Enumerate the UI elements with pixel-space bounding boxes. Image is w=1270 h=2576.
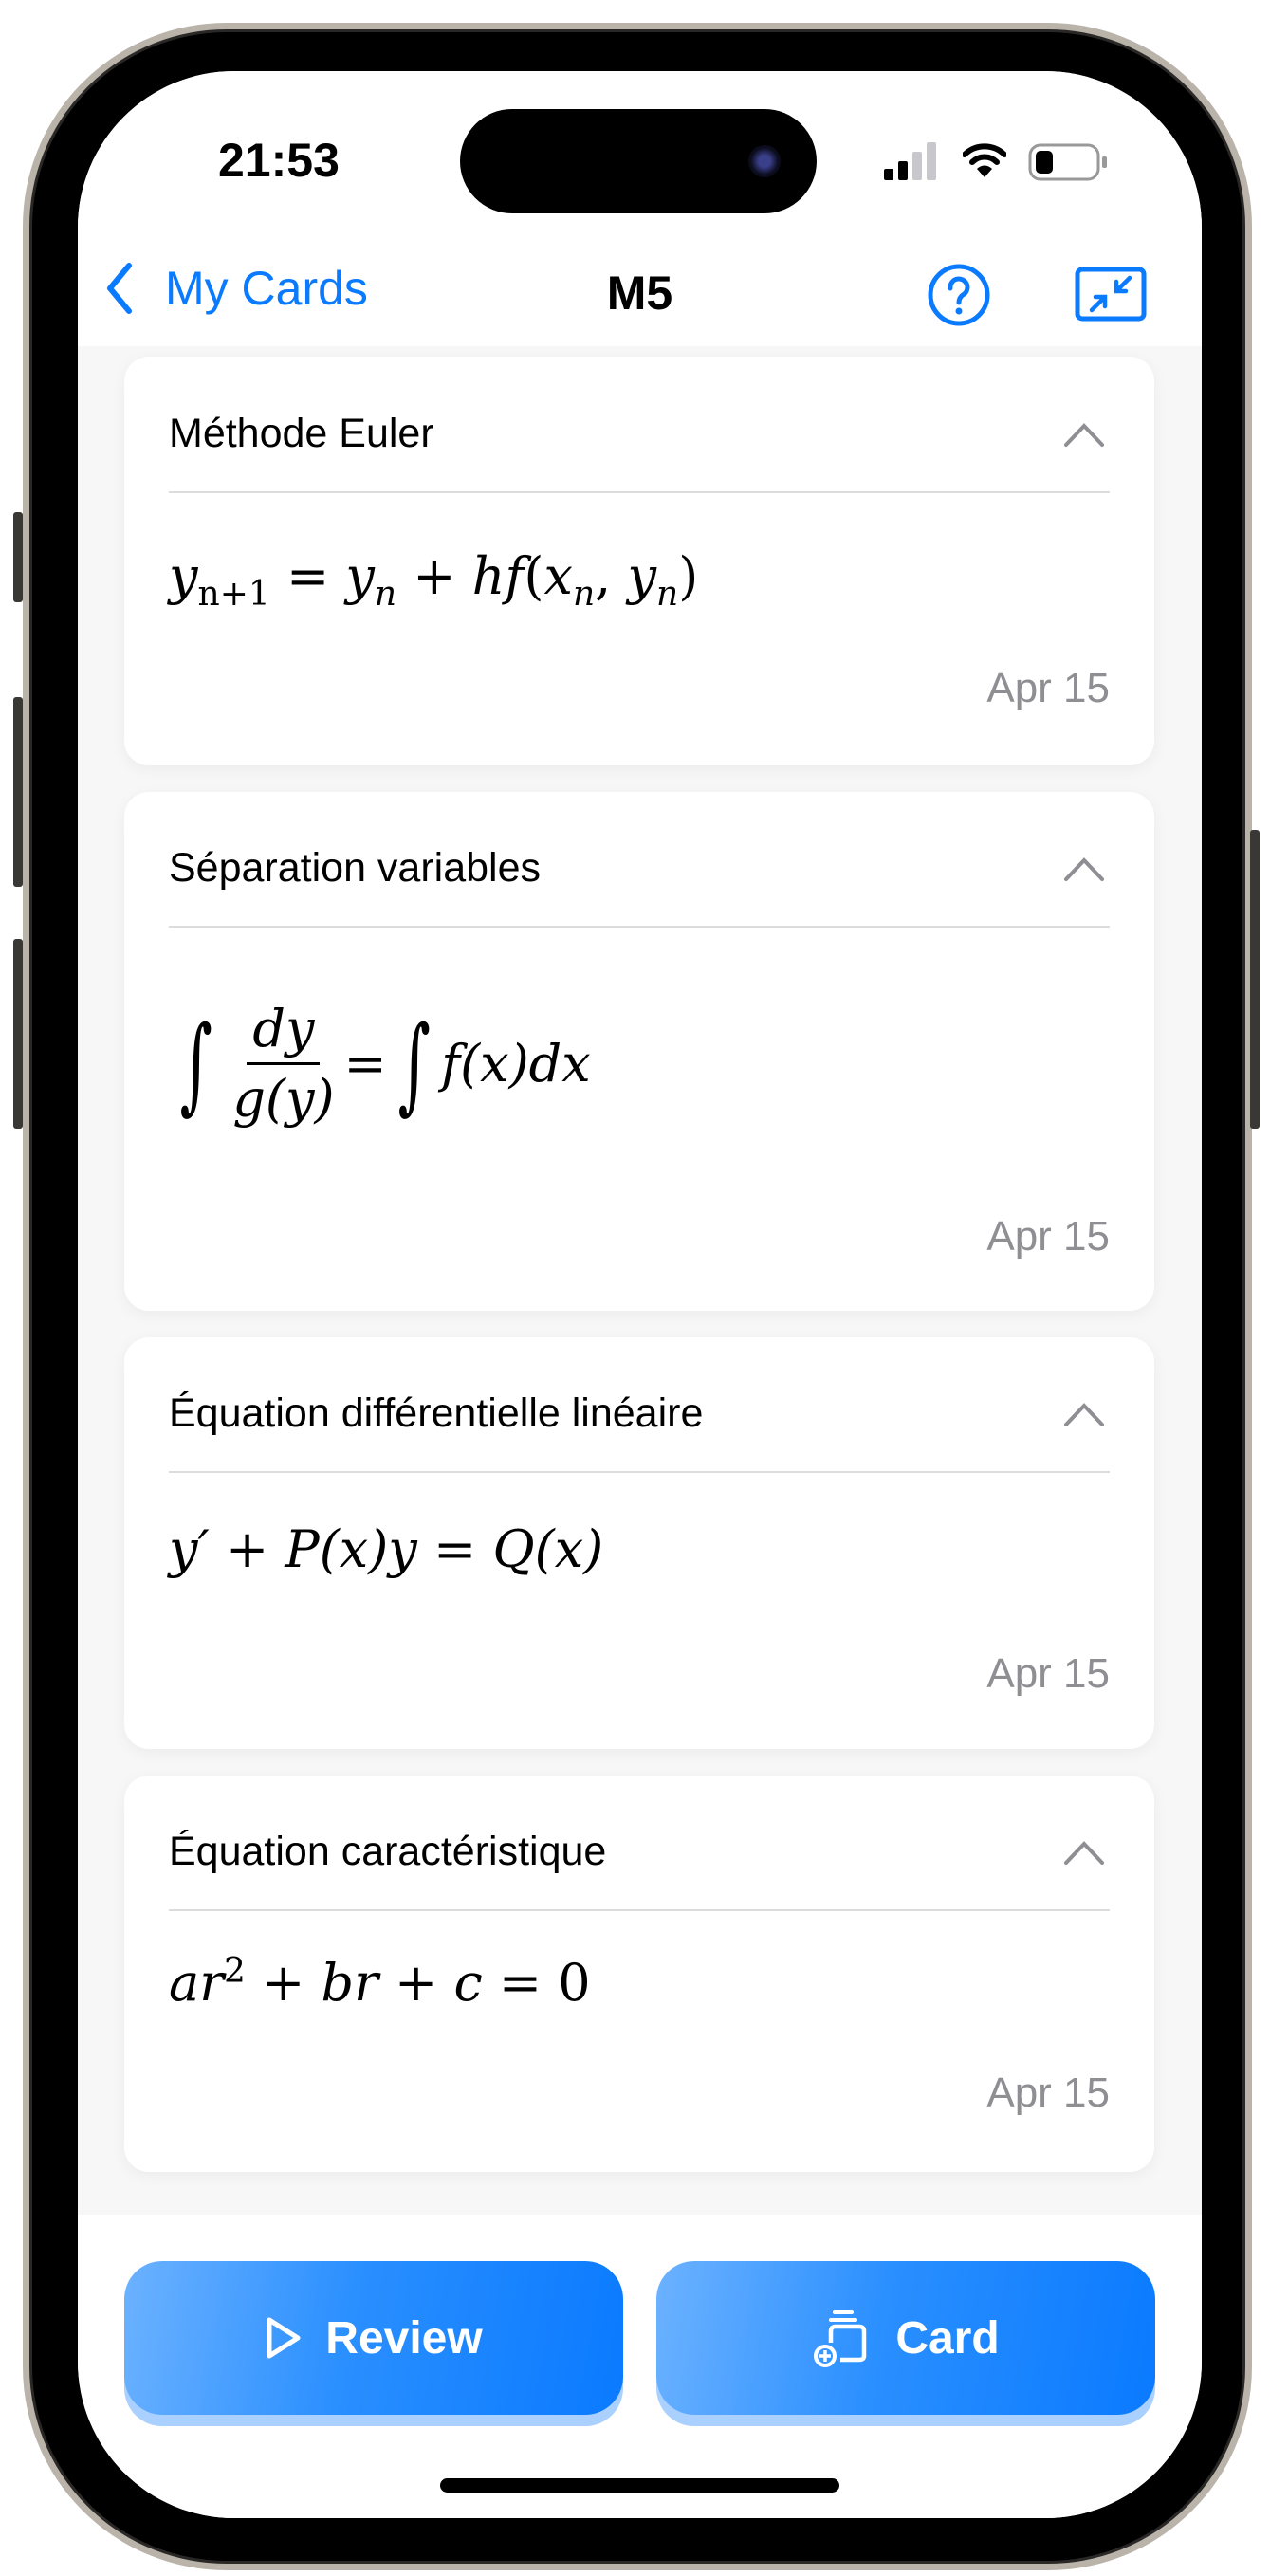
card-date: Apr 15 [986, 1650, 1110, 1697]
review-label: Review [325, 2312, 483, 2364]
chevron-up-icon[interactable] [1063, 855, 1105, 883]
flashcard-equation-differentielle-lineaire[interactable]: Équation différentielle linéaire y′ + P(… [124, 1337, 1154, 1749]
flashcard-methode-euler[interactable]: Méthode Euler yn+1 = yn + hf(xn, yn) Apr… [124, 357, 1154, 765]
card-date: Apr 15 [986, 1213, 1110, 1260]
action-button [13, 512, 23, 602]
dynamic-island [460, 109, 817, 213]
add-card-button[interactable]: Card [656, 2261, 1155, 2415]
divider [169, 1471, 1110, 1473]
formula: y′ + P(x)y = Q(x) [169, 1519, 604, 1579]
card-title: Équation différentielle linéaire [169, 1390, 704, 1436]
card-date: Apr 15 [986, 665, 1110, 711]
volume-down-button [13, 939, 23, 1129]
add-card-icon [814, 2310, 867, 2367]
page-title: M5 [606, 267, 673, 320]
power-button [1250, 830, 1260, 1129]
collapse-all-button[interactable] [1075, 267, 1147, 322]
flashcard-equation-caracteristique[interactable]: Équation caractéristique ar2 + br + c = … [124, 1776, 1154, 2172]
chevron-up-icon[interactable] [1063, 1400, 1105, 1428]
volume-up-button [13, 697, 23, 887]
chevron-up-icon[interactable] [1063, 420, 1105, 449]
card-title: Séparation variables [169, 845, 542, 891]
flashcard-separation-variables[interactable]: Séparation variables ∫ dy g(y) = ∫ f(x)dx A… [124, 792, 1154, 1311]
formula: yn+1 = yn + hf(xn, yn) [169, 546, 699, 614]
formula: ∫ dy g(y) = ∫ f(x)dx [179, 999, 591, 1129]
chevron-up-icon[interactable] [1063, 1838, 1105, 1867]
divider [169, 491, 1110, 493]
card-title: Méthode Euler [169, 411, 434, 456]
divider [169, 926, 1110, 928]
card-label: Card [895, 2312, 1000, 2364]
wifi-icon [963, 143, 1006, 177]
formula: ar2 + br + c = 0 [169, 1952, 591, 2013]
card-title: Équation caractéristique [169, 1829, 607, 1874]
battery-icon [1028, 143, 1107, 181]
review-button[interactable]: Review [124, 2261, 623, 2415]
status-time: 21:53 [218, 134, 340, 187]
cellular-signal-icon [884, 142, 936, 180]
divider [169, 1909, 1110, 1911]
camera-icon [748, 145, 781, 177]
help-button[interactable] [927, 263, 991, 327]
home-indicator[interactable] [440, 2478, 839, 2493]
card-date: Apr 15 [986, 2070, 1110, 2116]
play-icon [267, 2317, 301, 2359]
app-screen: 21:53 My Cards M5 Méthode Euler yn+1 = y… [78, 71, 1202, 2518]
